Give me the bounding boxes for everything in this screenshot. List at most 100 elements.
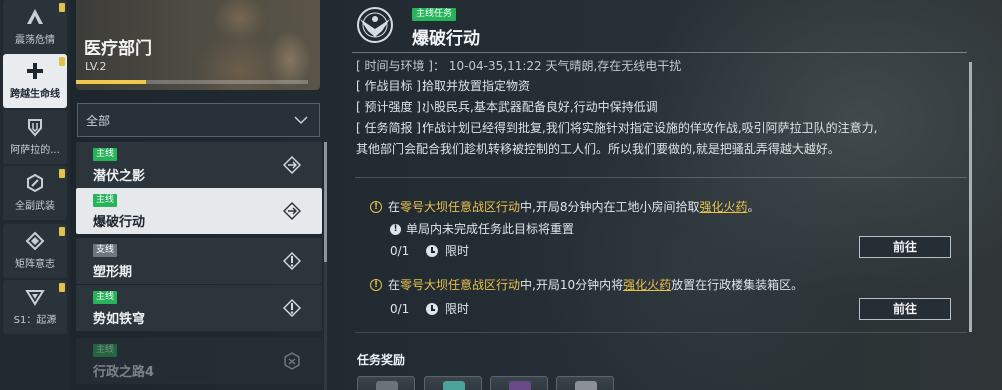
progress-count: 0/1 — [390, 244, 410, 258]
department-progress-fill — [76, 80, 146, 84]
objective-mid: 中,开局10分钟内将 — [520, 278, 624, 292]
diamond-icon — [24, 230, 46, 252]
reward-slot[interactable] — [357, 376, 415, 390]
new-badge — [59, 283, 65, 292]
left-rail: 震荡危情 跨越生命线 阿萨拉的... 全副武装 矩阵意志 S1：起源 — [0, 0, 70, 390]
mission-name: 行政之路4 — [93, 365, 155, 380]
chevron-down-icon — [293, 112, 309, 128]
cross-plus-icon — [24, 60, 46, 82]
purple-reward-icon — [509, 381, 531, 390]
warning-text: 单局内未完成任务此目标将重置 — [406, 222, 575, 236]
lock-hex-icon — [282, 351, 302, 371]
info-icon: ! — [370, 279, 382, 291]
mission-list: 主线 潜伏之影 主线 爆破行动 支线 塑形期 主线 势如铁穹 主线 行政之路4 — [76, 142, 322, 390]
department-card[interactable]: 医疗部门 LV.2 — [76, 0, 320, 90]
mission-tag: 主线 — [93, 148, 118, 161]
rail-item-4[interactable]: 矩阵意志 — [3, 224, 67, 278]
briefing-key: [ 作战目标 ]： — [356, 79, 433, 93]
new-badge — [59, 57, 65, 66]
mission-tag: 主线 — [93, 194, 118, 207]
mission-name: 势如铁穹 — [93, 312, 146, 327]
reward-slot[interactable] — [490, 376, 548, 390]
mission-name: 塑形期 — [93, 265, 133, 280]
objective-location[interactable]: 零号大坝任意战区行动 — [400, 200, 520, 214]
mission-item[interactable]: 主线 势如铁穹 — [76, 285, 322, 331]
briefing-row: [ 作战目标 ]：拾取并放置指定物资 — [356, 76, 966, 97]
time-limit-label: 限时 — [445, 244, 470, 258]
header-divider — [352, 52, 967, 53]
rail-item-2[interactable]: 阿萨拉的... — [3, 110, 67, 164]
mission-item[interactable]: 主线 爆破行动 — [76, 188, 322, 234]
rail-item-3[interactable]: 全副武装 — [3, 166, 67, 220]
gray-reward-icon — [575, 381, 597, 390]
department-name: 医疗部门 — [84, 39, 152, 59]
eagle-emblem-icon — [352, 5, 398, 45]
mission-tag: 支线 — [93, 244, 118, 257]
objective-pre: 在 — [388, 200, 401, 214]
rail-item-1[interactable]: 跨越生命线 — [3, 54, 67, 108]
mission-item[interactable]: 支线 塑形期 — [76, 238, 322, 284]
mission-type-tag: 主线任务 — [412, 8, 457, 21]
objective-text: ! 在零号大坝任意战区行动中,开局8分钟内在工地小房间拾取强化火药。 — [370, 198, 960, 216]
rail-item-label: 矩阵意志 — [15, 259, 55, 270]
briefing-key: [ 任务简报 ]： — [356, 121, 433, 135]
exclaim-diamond-icon — [282, 251, 302, 271]
briefing-row: [ 预计强度 ]：小股民兵,基本武器配备良好,行动中保持低调 — [356, 97, 966, 118]
warning-diamond-icon: ! — [390, 224, 401, 235]
chevron-triangle-icon — [24, 286, 46, 308]
briefing-continuation: 其他部门会配合我们趁机转移被控制的工人们。所以我们要做的,就是把骚乱弄得越大越好… — [356, 142, 840, 156]
new-badge — [59, 169, 65, 178]
rail-item-label: S1：起源 — [13, 315, 57, 326]
progress-count: 0/1 — [390, 302, 410, 316]
dropdown-value: 全部 — [86, 113, 111, 128]
section-divider — [355, 332, 967, 333]
briefing-key: [ 预计强度 ]： — [356, 100, 433, 114]
rail-item-label: 跨越生命线 — [10, 89, 60, 100]
clock-icon — [426, 303, 438, 315]
objective-pre: 在 — [388, 278, 401, 292]
soldier-portrait — [170, 0, 310, 90]
time-limit-label: 限时 — [445, 302, 470, 316]
objective-item-link[interactable]: 强化火药 — [623, 278, 671, 292]
department-progress-bar — [76, 80, 308, 84]
briefing-value: 拾取并放置指定物资 — [422, 79, 531, 93]
info-icon: ! — [370, 201, 382, 213]
supply-reward-icon — [443, 381, 465, 390]
armor-reward-icon — [376, 381, 398, 390]
go-button[interactable]: 前往 — [859, 236, 951, 258]
mission-tag: 主线 — [93, 291, 118, 304]
mission-name: 爆破行动 — [93, 215, 146, 230]
new-badge — [59, 3, 65, 12]
briefing-value: 作战计划已经得到批复,我们将实施针对指定设施的佯攻作战,吸引阿萨拉卫队的注意力, — [422, 121, 878, 135]
section-divider — [355, 177, 967, 178]
mission-briefing: [ 时间与环境 ]： 10-04-35,11:22 天气晴朗,存在无线电干扰 [… — [356, 59, 966, 160]
detail-scrollbar[interactable] — [969, 62, 972, 332]
mission-list-scroll-thumb[interactable] — [324, 142, 327, 262]
rail-item-5[interactable]: S1：起源 — [3, 280, 67, 334]
reward-slot[interactable] — [556, 376, 614, 390]
objective-post: 放置在行政楼集装箱区。 — [671, 278, 804, 292]
mission-item[interactable]: 主线 潜伏之影 — [76, 142, 322, 188]
mission-tag: 主线 — [93, 344, 118, 357]
objective-post: 。 — [747, 200, 760, 214]
mission-filter-dropdown[interactable]: 全部 — [77, 103, 320, 137]
mission-item[interactable]: 主线 行政之路4 — [76, 338, 322, 384]
mission-name: 潜伏之影 — [93, 169, 146, 184]
arrow-diamond-icon — [282, 201, 302, 221]
go-button[interactable]: 前往 — [859, 298, 951, 320]
triangle-a-icon — [24, 6, 46, 28]
clock-icon — [426, 245, 438, 257]
reward-slot[interactable] — [424, 376, 482, 390]
objective-location[interactable]: 零号大坝任意战区行动 — [400, 278, 520, 292]
hex-slash-icon — [24, 172, 46, 194]
rail-item-label: 阿萨拉的... — [10, 145, 60, 156]
new-badge — [59, 227, 65, 236]
department-level: LV.2 — [85, 60, 107, 73]
objective-item-link[interactable]: 强化火药 — [699, 200, 747, 214]
objective-text: ! 在零号大坝任意战区行动中,开局10分钟内将强化火药放置在行政楼集装箱区。 — [370, 276, 960, 294]
rail-item-0[interactable]: 震荡危情 — [3, 0, 67, 54]
arrow-diamond-icon — [282, 155, 302, 175]
objective-mid: 中,开局8分钟内在工地小房间拾取 — [520, 200, 700, 214]
briefing-clipped-row: [ 时间与环境 ]： 10-04-35,11:22 天气晴朗,存在无线电干扰 — [356, 59, 682, 73]
rewards-title: 任务奖励 — [357, 353, 406, 367]
